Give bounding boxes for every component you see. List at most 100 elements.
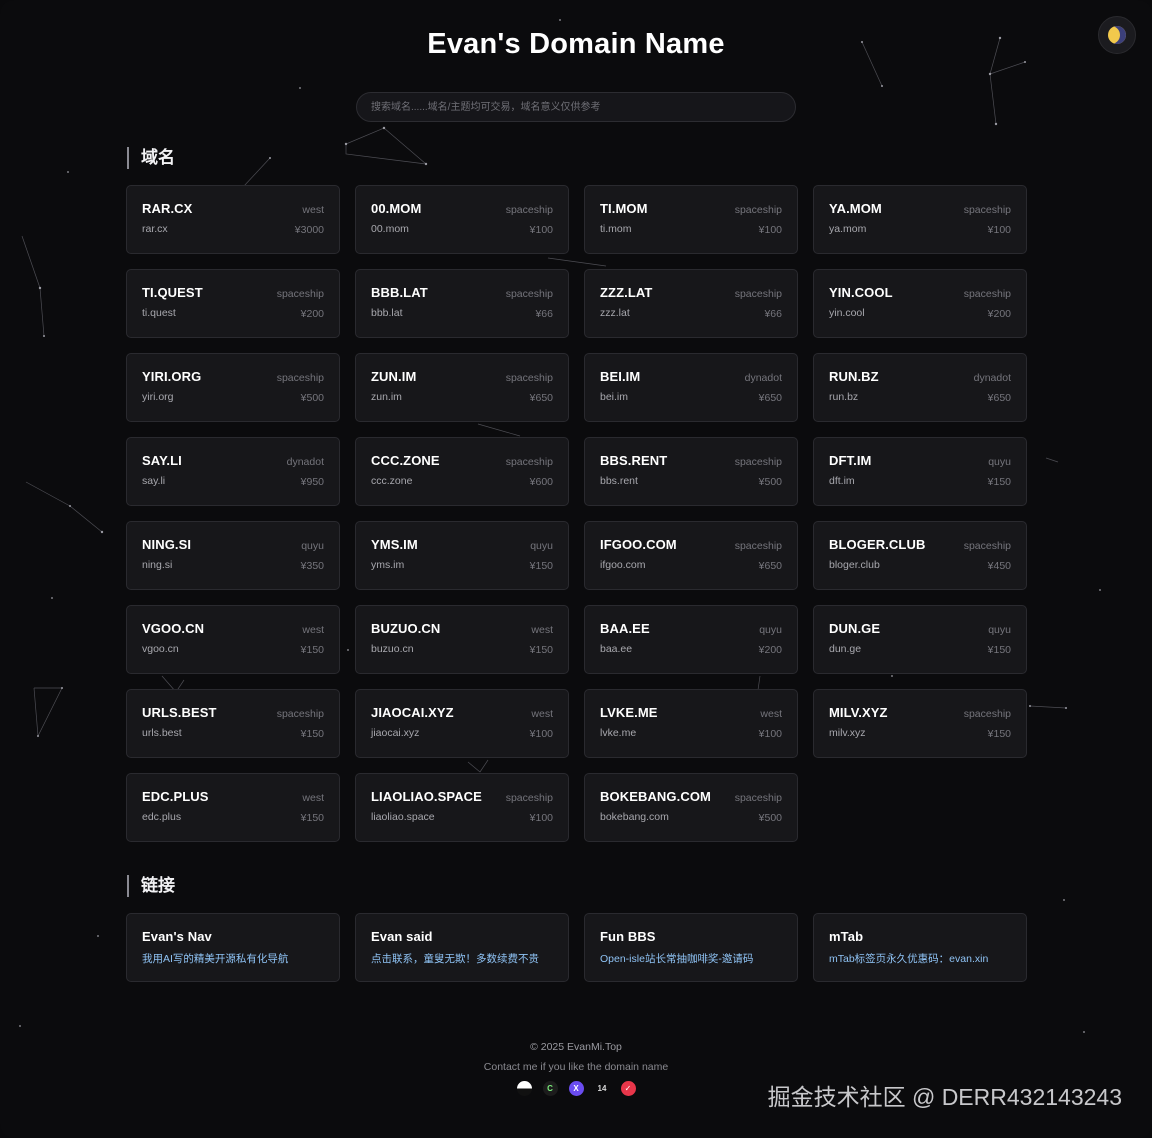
domain-url: buzuo.cn	[371, 643, 414, 655]
domain-card[interactable]: BBS.RENT bbs.rent spaceship ¥500	[584, 437, 798, 506]
domain-card[interactable]: EDC.PLUS edc.plus west ¥150	[126, 773, 340, 842]
registrar-label: spaceship	[505, 792, 553, 804]
red-logo-icon[interactable]: ✓	[620, 1081, 636, 1096]
price-label: ¥150	[300, 728, 324, 740]
half-circle-icon[interactable]	[516, 1081, 532, 1096]
domain-card[interactable]: SAY.LI say.li dynadot ¥950	[126, 437, 340, 506]
link-card[interactable]: Fun BBS Open-isle站长常抽咖啡奖-邀请码	[584, 913, 798, 982]
price-label: ¥150	[300, 644, 324, 656]
domain-card[interactable]: 00.MOM 00.mom spaceship ¥100	[355, 185, 569, 254]
domain-card[interactable]: URLS.BEST urls.best spaceship ¥150	[126, 689, 340, 758]
price-label: ¥950	[300, 476, 324, 488]
domain-card[interactable]: TI.MOM ti.mom spaceship ¥100	[584, 185, 798, 254]
registrar-label: west	[531, 708, 553, 720]
domain-card[interactable]: BEI.IM bei.im dynadot ¥650	[584, 353, 798, 422]
domain-card[interactable]: CCC.ZONE ccc.zone spaceship ¥600	[355, 437, 569, 506]
price-label: ¥100	[529, 728, 553, 740]
domain-name: RAR.CX	[142, 201, 193, 216]
price-label: ¥150	[987, 728, 1011, 740]
domain-card[interactable]: VGOO.CN vgoo.cn west ¥150	[126, 605, 340, 674]
registrar-label: quyu	[759, 624, 782, 636]
domain-card[interactable]: LVKE.ME lvke.me west ¥100	[584, 689, 798, 758]
price-label: ¥3000	[294, 224, 324, 236]
domain-card[interactable]: RAR.CX rar.cx west ¥3000	[126, 185, 340, 254]
domain-name: YMS.IM	[371, 537, 418, 552]
domain-name: VGOO.CN	[142, 621, 205, 636]
registrar-label: spaceship	[734, 204, 782, 216]
link-description: Open-isle站长常抽咖啡奖-邀请码	[600, 953, 754, 965]
registrar-label: quyu	[301, 540, 324, 552]
registrar-label: spaceship	[734, 456, 782, 468]
link-card[interactable]: mTab mTab标签页永久优惠码：evan.xin	[813, 913, 1027, 982]
page: Evan's Domain Name 域名 RAR.CXrar.cxwest¥3…	[0, 0, 1152, 1138]
domain-card[interactable]: BUZUO.CN buzuo.cn west ¥150	[355, 605, 569, 674]
domain-card[interactable]: JIAOCAI.XYZ jiaocai.xyz west ¥100	[355, 689, 569, 758]
domain-url: yms.im	[371, 559, 405, 571]
registrar-label: west	[302, 624, 324, 636]
price-label: ¥150	[987, 644, 1011, 656]
domain-url: milv.xyz	[829, 727, 866, 739]
domain-card[interactable]: ZUN.IM zun.im spaceship ¥650	[355, 353, 569, 422]
c-logo-icon[interactable]: C	[542, 1081, 558, 1096]
number-14-icon[interactable]: 14	[595, 1081, 610, 1096]
domain-name: BUZUO.CN	[371, 621, 441, 636]
price-label: ¥650	[529, 392, 553, 404]
price-label: ¥500	[758, 476, 782, 488]
domain-card[interactable]: NING.SI ning.si quyu ¥350	[126, 521, 340, 590]
registrar-label: spaceship	[734, 792, 782, 804]
domain-url: run.bz	[829, 391, 859, 403]
domain-card[interactable]: BLOGER.CLUB bloger.club spaceship ¥450	[813, 521, 1027, 590]
domain-name: LVKE.ME	[600, 705, 658, 720]
registrar-label: west	[302, 204, 324, 216]
domain-card[interactable]: YIRI.ORG yiri.org spaceship ¥500	[126, 353, 340, 422]
link-name: Evan's Nav	[142, 929, 212, 944]
registrar-label: spaceship	[276, 372, 324, 384]
search-input[interactable]	[357, 93, 795, 121]
domain-card[interactable]: BOKEBANG.COM bokebang.com spaceship ¥500	[584, 773, 798, 842]
link-description: 点击联系，童叟无欺！多数续费不贵	[371, 953, 539, 965]
registrar-label: spaceship	[505, 372, 553, 384]
link-card[interactable]: Evan's Nav 我用AI写的精美开源私有化导航	[126, 913, 340, 982]
link-card[interactable]: Evan said 点击联系，童叟无欺！多数续费不贵	[355, 913, 569, 982]
domain-url: vgoo.cn	[142, 643, 179, 655]
domain-url: urls.best	[142, 727, 182, 739]
price-label: ¥450	[987, 560, 1011, 572]
domain-card[interactable]: DFT.IM dft.im quyu ¥150	[813, 437, 1027, 506]
domain-url: bbb.lat	[371, 307, 403, 319]
search-box[interactable]	[356, 92, 796, 122]
domain-url: baa.ee	[600, 643, 633, 655]
registrar-label: quyu	[988, 624, 1011, 636]
domain-card[interactable]: YIN.COOL yin.cool spaceship ¥200	[813, 269, 1027, 338]
domain-card[interactable]: BBB.LAT bbb.lat spaceship ¥66	[355, 269, 569, 338]
domain-url: ifgoo.com	[600, 559, 646, 571]
price-label: ¥200	[987, 308, 1011, 320]
page-title: Evan's Domain Name	[427, 28, 725, 60]
registrar-label: spaceship	[276, 708, 324, 720]
domain-card[interactable]: YMS.IM yms.im quyu ¥150	[355, 521, 569, 590]
domain-card[interactable]: YA.MOM ya.mom spaceship ¥100	[813, 185, 1027, 254]
domain-url: zzz.lat	[600, 307, 630, 319]
domain-card[interactable]: IFGOO.COM ifgoo.com spaceship ¥650	[584, 521, 798, 590]
domain-url: 00.mom	[371, 223, 409, 235]
domain-card[interactable]: BAA.EE baa.ee quyu ¥200	[584, 605, 798, 674]
domain-card[interactable]: DUN.GE dun.ge quyu ¥150	[813, 605, 1027, 674]
domain-card[interactable]: MILV.XYZ milv.xyz spaceship ¥150	[813, 689, 1027, 758]
link-name: Fun BBS	[600, 929, 656, 944]
domain-card[interactable]: ZZZ.LAT zzz.lat spaceship ¥66	[584, 269, 798, 338]
domain-url: liaoliao.space	[371, 811, 435, 823]
domain-url: bbs.rent	[600, 475, 638, 487]
domain-card[interactable]: RUN.BZ run.bz dynadot ¥650	[813, 353, 1027, 422]
domain-name: BAA.EE	[600, 621, 650, 636]
registrar-label: spaceship	[505, 204, 553, 216]
price-label: ¥100	[758, 728, 782, 740]
domain-card[interactable]: LIAOLIAO.SPACE liaoliao.space spaceship ¥10…	[355, 773, 569, 842]
price-label: ¥150	[987, 476, 1011, 488]
domain-name: DFT.IM	[829, 453, 872, 468]
registrar-label: quyu	[988, 456, 1011, 468]
domain-name: JIAOCAI.XYZ	[371, 705, 454, 720]
price-label: ¥150	[529, 560, 553, 572]
domain-url: yiri.org	[142, 391, 174, 403]
x-logo-icon[interactable]: X	[568, 1081, 584, 1096]
domain-card[interactable]: TI.QUEST ti.quest spaceship ¥200	[126, 269, 340, 338]
price-label: ¥150	[529, 644, 553, 656]
